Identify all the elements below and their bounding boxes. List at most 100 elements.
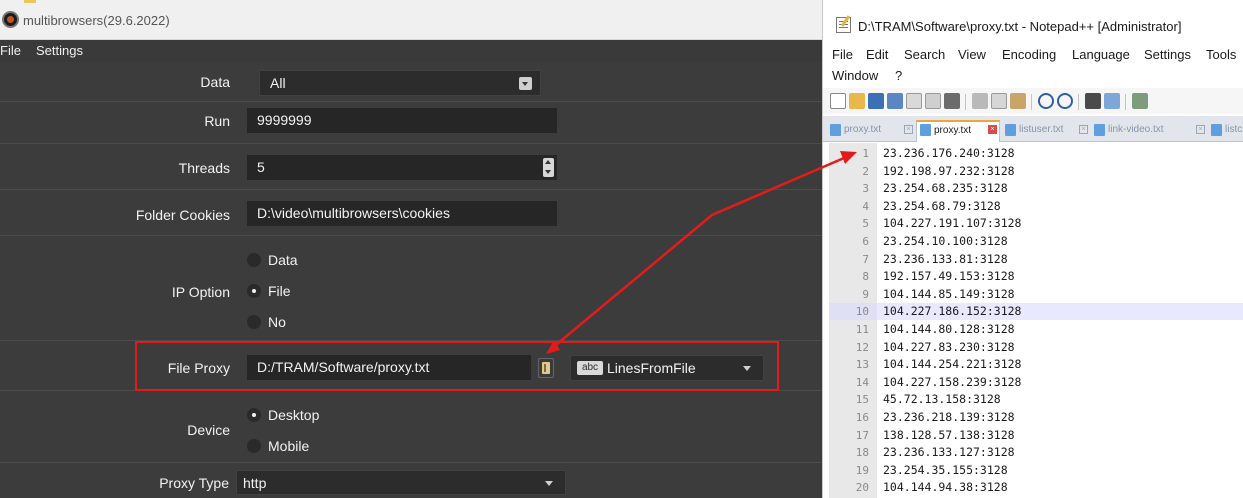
- code-line[interactable]: 23.254.68.235:3128: [883, 181, 1008, 195]
- line-number: 2: [862, 164, 869, 178]
- ip-radio-data[interactable]: [247, 253, 261, 267]
- tab-proxy-2[interactable]: proxy.txt ×: [916, 120, 1000, 142]
- close-file-icon[interactable]: [906, 93, 922, 109]
- run-label: Run: [204, 113, 230, 129]
- npp-menu-file[interactable]: File: [832, 47, 853, 62]
- code-line[interactable]: 192.198.97.232:3128: [883, 164, 1015, 178]
- line-number: 10: [855, 305, 869, 319]
- save-all-icon[interactable]: [887, 93, 903, 109]
- code-line[interactable]: 104.144.94.38:3128: [883, 480, 1008, 494]
- zoom-in-icon[interactable]: [1132, 93, 1148, 109]
- row-device: Device Desktop Mobile: [0, 391, 822, 463]
- proxy-type-select[interactable]: http: [236, 470, 566, 495]
- ip-radio-no[interactable]: [247, 315, 261, 329]
- code-line[interactable]: 23.236.133.81:3128: [883, 252, 1008, 266]
- code-line[interactable]: 23.236.218.139:3128: [883, 410, 1015, 424]
- close-all-icon[interactable]: [925, 93, 941, 109]
- ip-radio-data-label[interactable]: Data: [268, 252, 298, 268]
- ip-radio-no-label[interactable]: No: [268, 314, 286, 330]
- save-icon[interactable]: [868, 93, 884, 109]
- tab-proxy-1[interactable]: proxy.txt ×: [827, 120, 915, 142]
- find-icon[interactable]: [1085, 93, 1101, 109]
- ip-radio-file[interactable]: [247, 284, 261, 298]
- code-line[interactable]: 23.254.10.100:3128: [883, 234, 1008, 248]
- tab-listc[interactable]: listc: [1208, 120, 1243, 142]
- tab-label: proxy.txt: [844, 124, 882, 135]
- replace-icon[interactable]: [1104, 93, 1120, 109]
- device-radio-desktop[interactable]: [247, 408, 261, 422]
- data-select[interactable]: All: [259, 70, 541, 96]
- proxy-type-label: Proxy Type: [159, 475, 229, 491]
- code-line[interactable]: 23.254.68.79:3128: [883, 199, 1001, 213]
- npp-menu-encoding[interactable]: Encoding: [1002, 47, 1056, 62]
- code-line[interactable]: 104.144.85.149:3128: [883, 287, 1015, 301]
- close-icon[interactable]: ×: [1196, 125, 1205, 134]
- document-icon: [830, 124, 841, 136]
- code-line[interactable]: 45.72.13.158:3128: [883, 392, 1001, 406]
- npp-editor[interactable]: 1 23.236.176.240:3128 2 192.198.97.232:3128…: [823, 143, 1243, 498]
- code-line[interactable]: 104.144.80.128:3128: [883, 322, 1015, 336]
- line-number: 7: [862, 252, 869, 266]
- ip-radio-file-label[interactable]: File: [268, 283, 291, 299]
- npp-menu-view[interactable]: View: [958, 47, 986, 62]
- code-line[interactable]: 23.236.176.240:3128: [883, 146, 1015, 160]
- npp-menu-search[interactable]: Search: [904, 47, 945, 62]
- multibrowsers-window: multibrowsers(29.6.2022) File Settings D…: [0, 0, 822, 498]
- row-data: Data All: [0, 62, 822, 102]
- device-label: Device: [187, 422, 230, 438]
- menu-settings[interactable]: Settings: [36, 43, 83, 58]
- npp-menu-settings[interactable]: Settings: [1144, 47, 1191, 62]
- app-logo-icon: [2, 11, 19, 28]
- folder-strip: [24, 0, 36, 3]
- toolbar-separator: [1031, 94, 1032, 110]
- code-line[interactable]: 104.227.83.230:3128: [883, 340, 1015, 354]
- npp-menu-help[interactable]: ?: [895, 68, 902, 83]
- tab-link-video[interactable]: link-video.txt ×: [1091, 120, 1207, 142]
- device-radio-mobile[interactable]: [247, 439, 261, 453]
- new-file-icon[interactable]: [830, 93, 846, 109]
- code-line[interactable]: 104.227.186.152:3128: [883, 304, 1021, 318]
- npp-menu-tools[interactable]: Tools: [1206, 47, 1236, 62]
- title-bar: multibrowsers(29.6.2022): [0, 0, 822, 40]
- undo-icon[interactable]: [1038, 93, 1054, 109]
- menu-file[interactable]: File: [0, 43, 21, 58]
- tab-label: listuser.txt: [1019, 124, 1064, 135]
- line-number: 1: [862, 147, 869, 160]
- code-line[interactable]: 138.128.57.138:3128: [883, 428, 1015, 442]
- code-line[interactable]: 104.144.254.221:3128: [883, 357, 1021, 371]
- code-line[interactable]: 104.227.158.239:3128: [883, 375, 1021, 389]
- line-number: 13: [855, 358, 869, 372]
- close-icon[interactable]: ×: [1079, 125, 1088, 134]
- window-title: multibrowsers(29.6.2022): [23, 13, 170, 28]
- open-file-icon[interactable]: [849, 93, 865, 109]
- code-line[interactable]: 23.236.133.127:3128: [883, 445, 1015, 459]
- npp-menu-language[interactable]: Language: [1072, 47, 1130, 62]
- npp-toolbar: [823, 88, 1243, 114]
- proxy-type-value: http: [243, 475, 267, 491]
- run-input[interactable]: 9999999: [247, 108, 557, 133]
- tab-label: link-video.txt: [1108, 124, 1164, 135]
- npp-menu-edit[interactable]: Edit: [866, 47, 888, 62]
- chevron-down-icon[interactable]: [519, 77, 532, 90]
- close-icon[interactable]: ×: [988, 125, 997, 134]
- code-line[interactable]: 104.227.191.107:3128: [883, 216, 1021, 230]
- folder-cookies-input[interactable]: D:\video\multibrowsers\cookies: [247, 201, 557, 226]
- close-icon[interactable]: ×: [904, 125, 913, 134]
- npp-menu-window[interactable]: Window: [832, 68, 878, 83]
- line-number: 3: [862, 182, 869, 196]
- device-radio-mobile-label[interactable]: Mobile: [268, 438, 309, 454]
- print-icon[interactable]: [944, 93, 960, 109]
- device-radio-desktop-label[interactable]: Desktop: [268, 407, 319, 423]
- redo-icon[interactable]: [1057, 93, 1073, 109]
- copy-icon[interactable]: [991, 93, 1007, 109]
- threads-spinbox[interactable]: 5: [247, 155, 557, 180]
- code-line[interactable]: 192.157.49.153:3128: [883, 269, 1015, 283]
- code-line[interactable]: 23.254.35.155:3128: [883, 463, 1008, 477]
- paste-icon[interactable]: [1010, 93, 1026, 109]
- cut-icon[interactable]: [972, 93, 988, 109]
- chevron-down-icon[interactable]: [545, 480, 553, 486]
- spin-arrows-icon[interactable]: [543, 158, 554, 177]
- tab-label: listc: [1225, 124, 1243, 135]
- line-number: 19: [855, 463, 869, 477]
- tab-listuser[interactable]: listuser.txt ×: [1002, 120, 1090, 142]
